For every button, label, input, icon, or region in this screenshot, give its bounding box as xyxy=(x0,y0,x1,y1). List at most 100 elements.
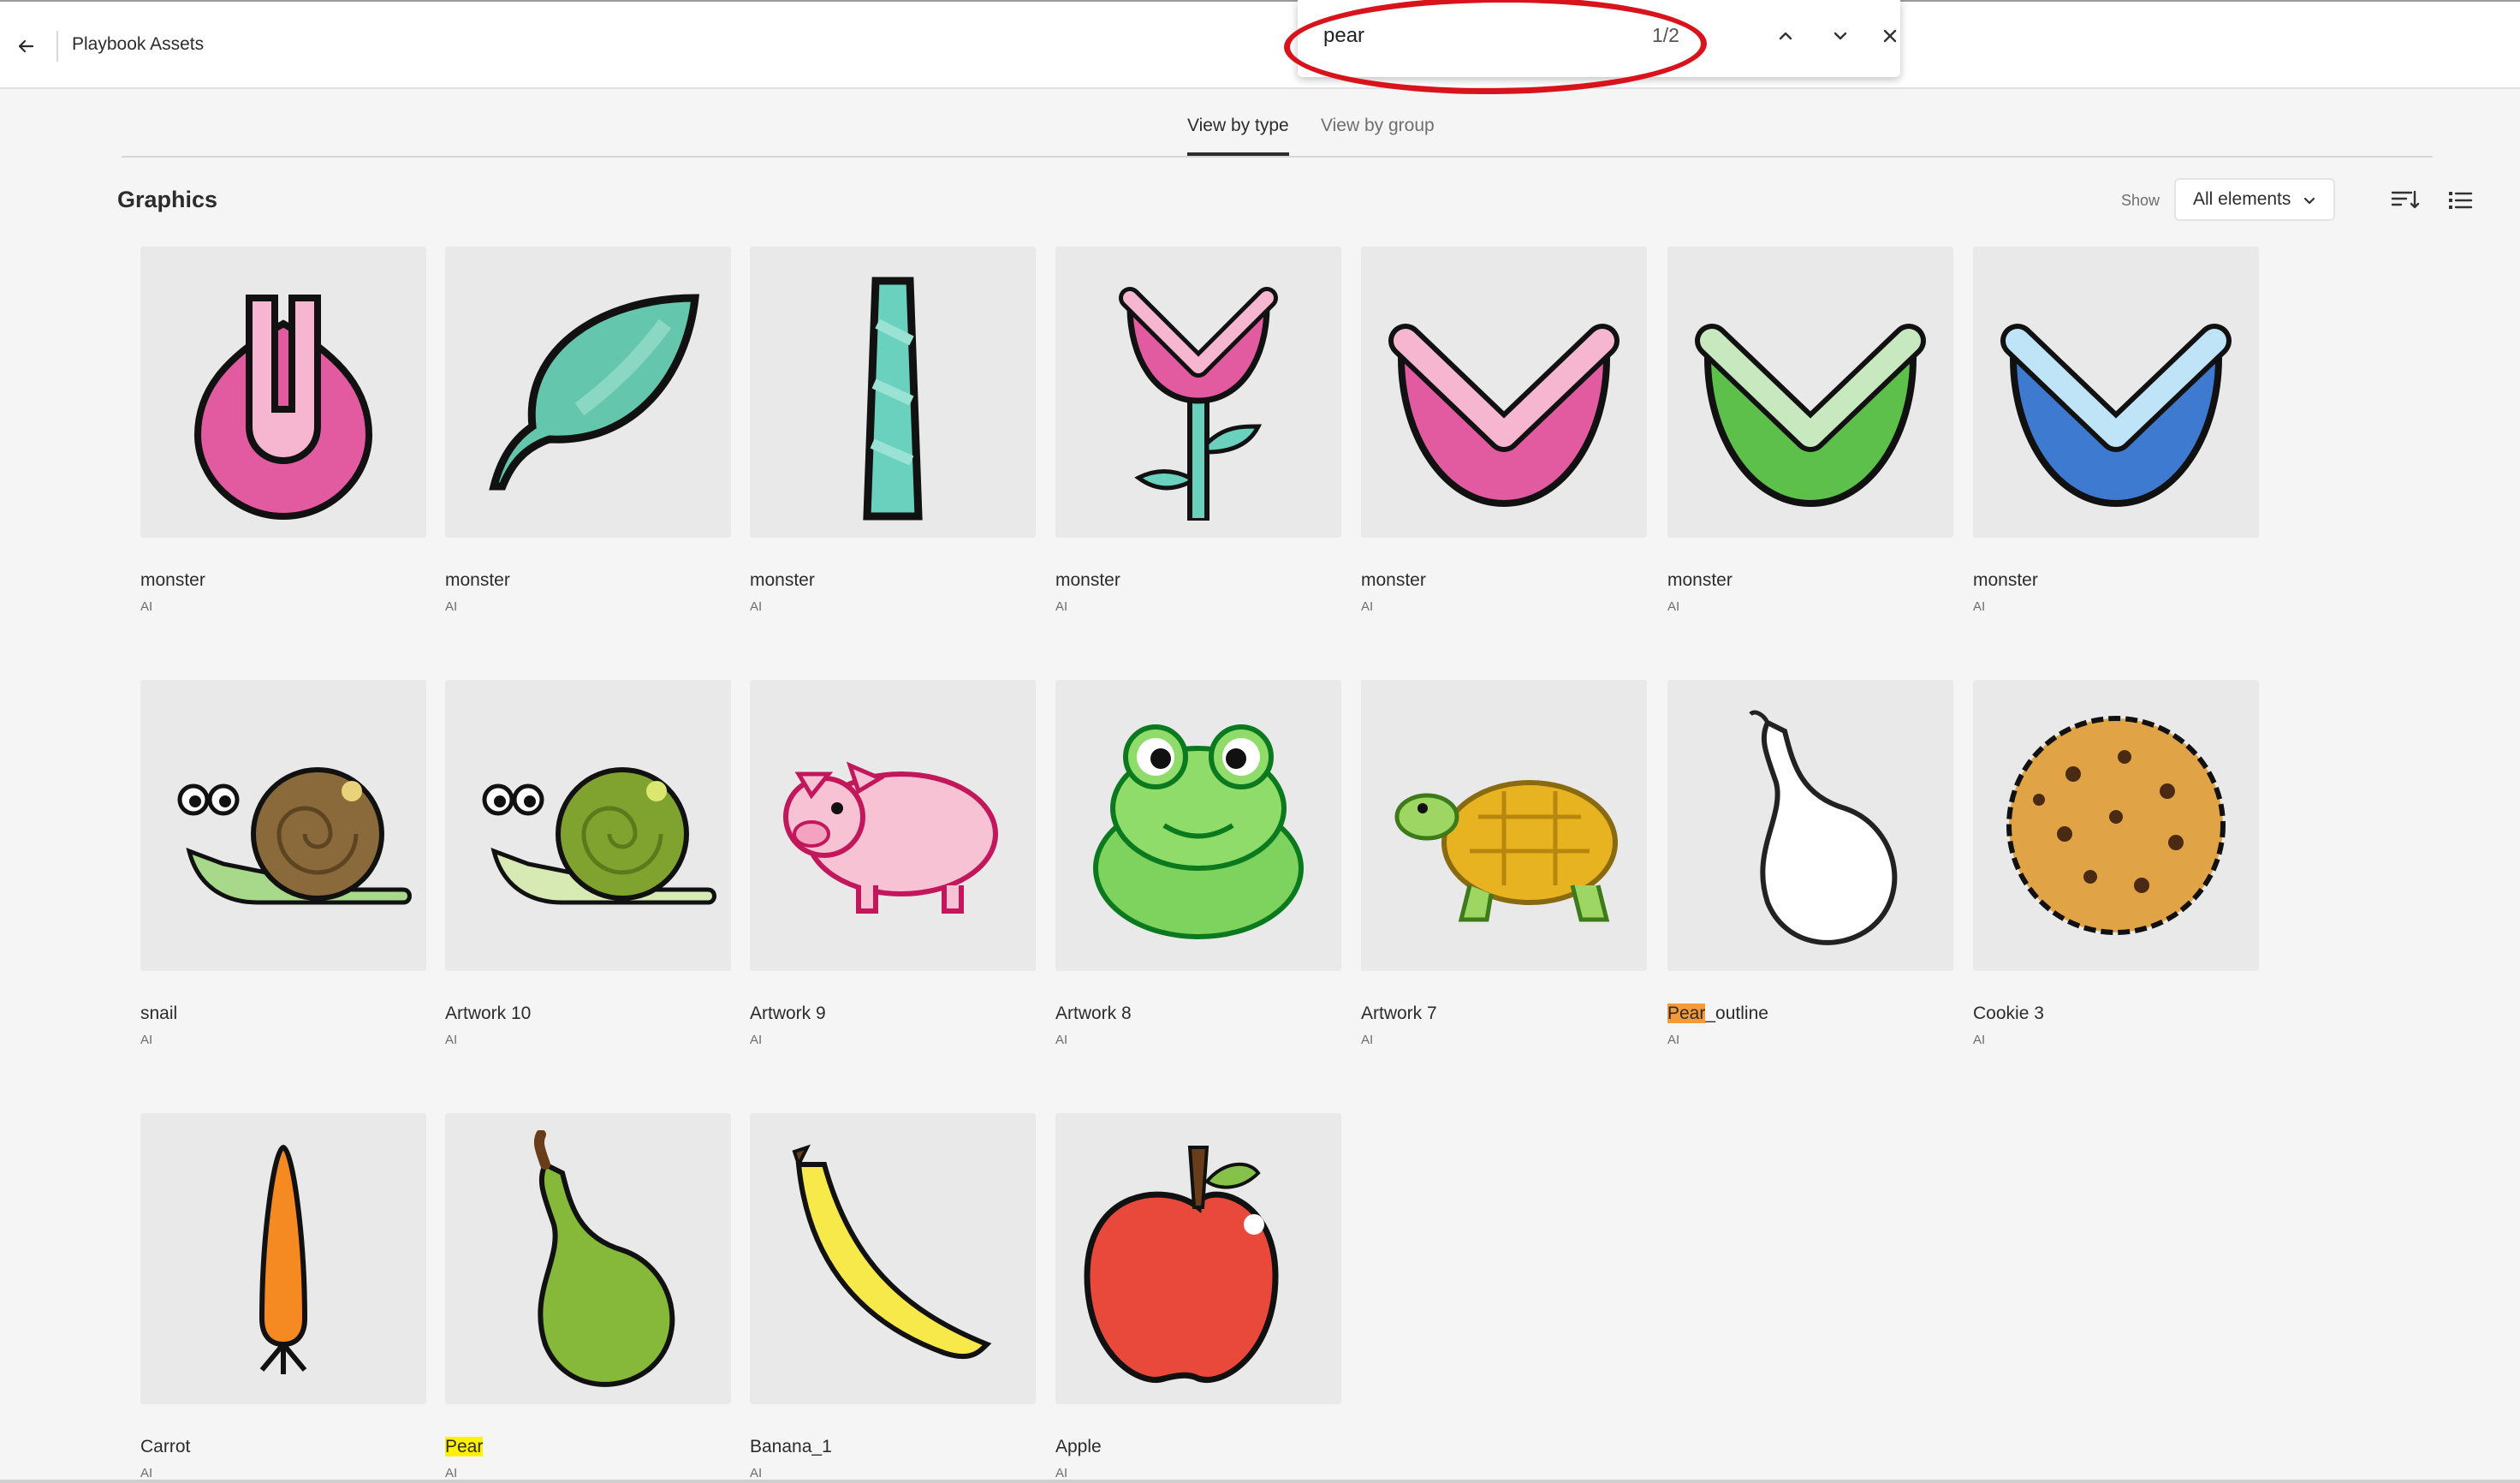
carrot-icon xyxy=(259,1144,308,1374)
list-view-icon xyxy=(2449,192,2473,209)
asset-type: AI xyxy=(1055,1466,1068,1480)
asset-thumbnail[interactable] xyxy=(1973,247,2259,538)
asset-thumbnail[interactable] xyxy=(1055,680,1341,971)
asset-thumbnail[interactable] xyxy=(445,680,731,971)
asset-type: AI xyxy=(1973,599,1986,614)
asset-type: AI xyxy=(140,1033,153,1047)
snail-icon xyxy=(177,767,412,905)
asset-thumbnail[interactable] xyxy=(1055,1113,1341,1404)
asset-thumbnail[interactable] xyxy=(1667,247,1953,538)
find-bar: 1/2 xyxy=(1298,0,1900,77)
asset-card[interactable]: Artwork 9 AI xyxy=(750,680,1036,1047)
pear-icon xyxy=(533,1130,675,1387)
green-snail-icon xyxy=(482,767,716,905)
asset-thumbnail[interactable] xyxy=(1361,247,1647,538)
asset-thumbnail[interactable] xyxy=(750,680,1036,971)
chevron-down-icon xyxy=(2303,197,2315,205)
asset-type: AI xyxy=(1361,599,1374,614)
asset-name: monster xyxy=(1361,570,1426,590)
asset-type: AI xyxy=(445,1466,458,1480)
asset-card[interactable]: monster AI xyxy=(1667,247,1953,614)
asset-thumbnail[interactable] xyxy=(1973,680,2259,971)
asset-card[interactable]: Artwork 8 AI xyxy=(1055,680,1341,1047)
asset-name: Banana_1 xyxy=(750,1437,832,1456)
asset-type: AI xyxy=(140,1466,153,1480)
leaf-icon xyxy=(489,294,700,491)
top-bar: Playbook Assets xyxy=(0,0,2520,89)
asset-card[interactable]: Artwork 7 AI xyxy=(1361,680,1647,1047)
asset-thumbnail[interactable] xyxy=(1667,680,1953,971)
asset-card[interactable]: Banana_1 AI xyxy=(750,1113,1036,1480)
monster-lip-icon xyxy=(193,295,373,521)
asset-name: Apple xyxy=(1055,1437,1102,1456)
banana-icon xyxy=(792,1144,992,1360)
asset-type: AI xyxy=(1055,599,1068,614)
asset-thumbnail[interactable] xyxy=(750,1113,1036,1404)
asset-card[interactable]: Artwork 10 AI xyxy=(445,680,731,1047)
find-previous-button[interactable] xyxy=(1768,19,1803,53)
asset-card[interactable]: Cookie 3 AI xyxy=(1973,680,2259,1047)
asset-thumbnail[interactable] xyxy=(140,247,426,538)
asset-type: AI xyxy=(1667,1033,1680,1047)
asset-card[interactable]: Pear_outline AI xyxy=(1667,680,1953,1047)
divider xyxy=(56,31,58,62)
asset-thumbnail[interactable] xyxy=(1361,680,1647,971)
search-highlight: Pear xyxy=(445,1437,484,1456)
asset-name: monster xyxy=(1667,570,1732,590)
asset-card[interactable]: monster AI xyxy=(1055,247,1341,614)
close-icon xyxy=(1883,29,1897,43)
asset-card[interactable]: monster AI xyxy=(1361,247,1647,614)
divider xyxy=(0,1480,2520,1483)
asset-card[interactable]: monster AI xyxy=(1973,247,2259,614)
tab-view-by-group[interactable]: View by group xyxy=(1321,110,1435,156)
asset-card[interactable]: Carrot AI xyxy=(140,1113,426,1480)
back-button[interactable] xyxy=(12,33,39,60)
asset-type: AI xyxy=(445,1033,458,1047)
find-next-button[interactable] xyxy=(1823,19,1857,53)
asset-type: AI xyxy=(1055,1033,1068,1047)
asset-name: Pear_outline xyxy=(1667,1004,1768,1024)
asset-thumbnail[interactable] xyxy=(750,247,1036,538)
sort-button[interactable] xyxy=(2388,183,2422,217)
asset-name: Carrot xyxy=(140,1437,191,1456)
asset-thumbnail[interactable] xyxy=(140,1113,426,1404)
asset-thumbnail[interactable] xyxy=(445,247,731,538)
show-filter-dropdown[interactable]: All elements xyxy=(2174,178,2335,221)
list-view-button[interactable] xyxy=(2443,183,2477,217)
stem-icon xyxy=(863,277,923,521)
find-close-button[interactable] xyxy=(1878,19,1902,53)
arrow-left-icon xyxy=(18,39,34,53)
asset-name: snail xyxy=(140,1004,178,1023)
asset-type: AI xyxy=(140,599,153,614)
asset-thumbnail[interactable] xyxy=(140,680,426,971)
tab-view-by-type[interactable]: View by type xyxy=(1187,110,1289,156)
asset-card[interactable]: Pear AI xyxy=(445,1113,731,1480)
asset-type: AI xyxy=(750,599,763,614)
flytrap-flower-icon xyxy=(1119,287,1278,521)
asset-card[interactable]: Apple AI xyxy=(1055,1113,1341,1480)
asset-name: monster xyxy=(140,570,205,590)
search-highlight: Pear xyxy=(1667,1004,1706,1023)
asset-thumbnail[interactable] xyxy=(1055,247,1341,538)
asset-type: AI xyxy=(1973,1033,1986,1047)
find-match-count: 1/2 xyxy=(1652,24,1679,46)
asset-thumbnail[interactable] xyxy=(445,1113,731,1404)
asset-name: Artwork 7 xyxy=(1361,1004,1437,1023)
green-mouth-icon xyxy=(1695,324,1926,508)
chevron-down-icon xyxy=(1834,32,1847,40)
pig-icon xyxy=(783,761,998,914)
asset-name: Artwork 8 xyxy=(1055,1004,1132,1023)
asset-card[interactable]: monster AI xyxy=(445,247,731,614)
turtle-icon xyxy=(1394,780,1618,922)
show-label: Show xyxy=(2121,192,2160,209)
asset-card[interactable]: monster AI xyxy=(750,247,1036,614)
find-input[interactable] xyxy=(1323,19,1597,53)
asset-name-rest: _outline xyxy=(1705,1004,1768,1023)
asset-type: AI xyxy=(445,599,458,614)
pink-mouth-icon xyxy=(1388,324,1620,508)
cookie-icon xyxy=(2006,716,2226,935)
asset-name: monster xyxy=(1973,570,2038,590)
asset-card[interactable]: snail AI xyxy=(140,680,426,1047)
section-title: Graphics xyxy=(117,187,218,212)
asset-card[interactable]: monster AI xyxy=(140,247,426,614)
